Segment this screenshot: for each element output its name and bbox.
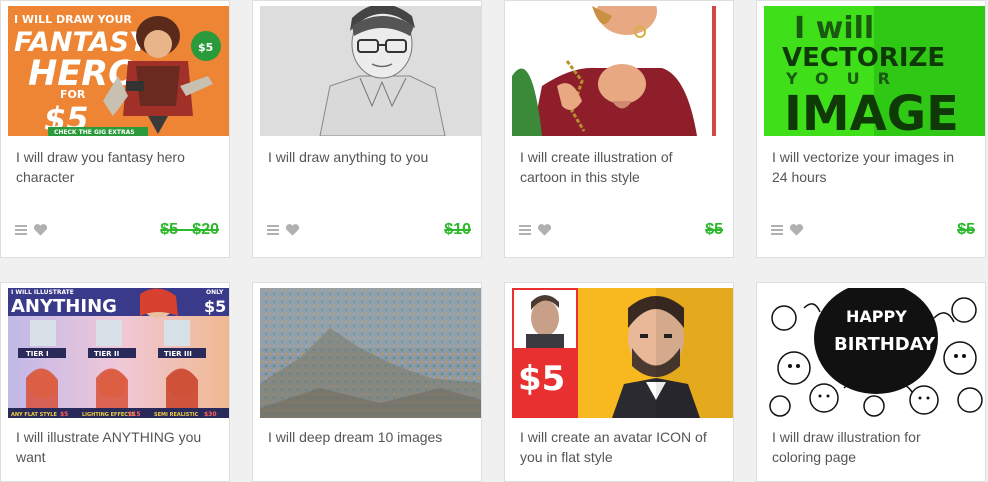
thumb-text: ANYTHING — [11, 296, 117, 317]
thumb-text: ANY FLAT STYLE — [11, 412, 57, 418]
illustrate-anything-image: I WILL ILLUSTRATE ANYTHING ONLY $5 TIER … — [8, 288, 229, 418]
thumb-text: $5 — [198, 41, 213, 54]
flat-avatar-image: $5 — [512, 288, 733, 418]
pencil-sketch-image — [260, 6, 481, 136]
deep-dream-image — [260, 288, 481, 418]
fantasy-hero-image: I WILL DRAW YOUR FANTASY HERO FOR $5 $5 … — [8, 6, 229, 136]
gig-price: $5 — [705, 221, 723, 238]
gig-card-footer: $5 — [771, 221, 975, 241]
thumb-text: I WILL DRAW YOUR — [14, 13, 132, 26]
thumb-text: ONLY — [206, 289, 224, 296]
gig-card[interactable]: I will deep dream 10 images — [252, 282, 482, 482]
thumb-text: $5 — [60, 411, 68, 418]
gig-thumbnail[interactable]: I will VECTORIZE YOUR IMAGE — [764, 6, 985, 136]
gig-thumbnail[interactable] — [260, 6, 481, 136]
thumb-text: TIER II — [94, 350, 119, 358]
gig-title[interactable]: I will create an avatar ICON of you in f… — [520, 427, 720, 467]
gig-card[interactable]: HAPPY BIRTHDAY I will draw illustration … — [756, 282, 986, 482]
gig-thumbnail[interactable]: I WILL ILLUSTRATE ANYTHING ONLY $5 TIER … — [8, 288, 229, 418]
gig-price: $5 — [957, 221, 975, 238]
gig-thumbnail[interactable]: HAPPY BIRTHDAY — [764, 288, 985, 418]
vectorize-image: I will VECTORIZE YOUR IMAGE — [764, 6, 985, 136]
gig-card-footer: $5 — [519, 221, 723, 241]
thumb-text: I will — [794, 11, 874, 46]
thumb-text: $5 — [518, 359, 565, 399]
gig-card[interactable]: I will VECTORIZE YOUR IMAGE I will vecto… — [756, 0, 986, 258]
list-menu-icon[interactable] — [15, 224, 27, 236]
heart-icon[interactable] — [537, 223, 552, 237]
gig-card-footer: $10 — [267, 221, 471, 241]
list-menu-icon[interactable] — [771, 224, 783, 236]
gig-grid: I WILL DRAW YOUR FANTASY HERO FOR $5 $5 … — [0, 0, 988, 482]
coloring-page-image: HAPPY BIRTHDAY — [764, 288, 985, 418]
gig-thumbnail[interactable]: $5 — [512, 288, 733, 418]
gig-thumbnail[interactable] — [260, 288, 481, 418]
thumb-text: CHECK THE GIG EXTRAS — [54, 129, 135, 136]
gig-thumbnail[interactable]: I WILL DRAW YOUR FANTASY HERO FOR $5 $5 … — [8, 6, 229, 136]
heart-icon[interactable] — [33, 223, 48, 237]
thumb-text: TIER I — [26, 350, 49, 358]
gig-title[interactable]: I will draw illustration for coloring pa… — [772, 427, 972, 467]
gig-card[interactable]: I WILL DRAW YOUR FANTASY HERO FOR $5 $5 … — [0, 0, 230, 258]
thumb-text: $15 — [128, 411, 141, 418]
gig-title[interactable]: I will draw anything to you — [268, 147, 468, 167]
cartoon-woman-image — [512, 6, 733, 136]
gig-title[interactable]: I will create illustration of cartoon in… — [520, 147, 720, 187]
thumb-text: IMAGE — [784, 86, 959, 136]
thumb-text: BIRTHDAY — [834, 334, 936, 355]
gig-title[interactable]: I will deep dream 10 images — [268, 427, 468, 447]
list-menu-icon[interactable] — [267, 224, 279, 236]
list-menu-icon[interactable] — [519, 224, 531, 236]
thumb-text: TIER III — [164, 350, 192, 358]
heart-icon[interactable] — [789, 223, 804, 237]
gig-thumbnail[interactable] — [512, 6, 733, 136]
heart-icon[interactable] — [285, 223, 300, 237]
thumb-text: I WILL ILLUSTRATE — [11, 289, 74, 296]
gig-price: $10 — [444, 221, 471, 238]
gig-title[interactable]: I will illustrate ANYTHING you want — [16, 427, 216, 467]
gig-card[interactable]: I will draw anything to you $10 — [252, 0, 482, 258]
gig-title[interactable]: I will draw you fantasy hero character — [16, 147, 216, 187]
thumb-text: $30 — [204, 411, 217, 418]
thumb-text: $5 — [204, 297, 226, 316]
gig-card-footer: $5 - $20 — [15, 221, 219, 241]
thumb-text: SEMI REALISTIC — [154, 412, 199, 418]
gig-card[interactable]: $5 I will create an avatar ICON of you i… — [504, 282, 734, 482]
gig-card[interactable]: I WILL ILLUSTRATE ANYTHING ONLY $5 TIER … — [0, 282, 230, 482]
thumb-text: HAPPY — [846, 307, 907, 326]
gig-card[interactable]: I will create illustration of cartoon in… — [504, 0, 734, 258]
gig-title[interactable]: I will vectorize your images in 24 hours — [772, 147, 972, 187]
gig-price: $5 - $20 — [160, 221, 219, 238]
